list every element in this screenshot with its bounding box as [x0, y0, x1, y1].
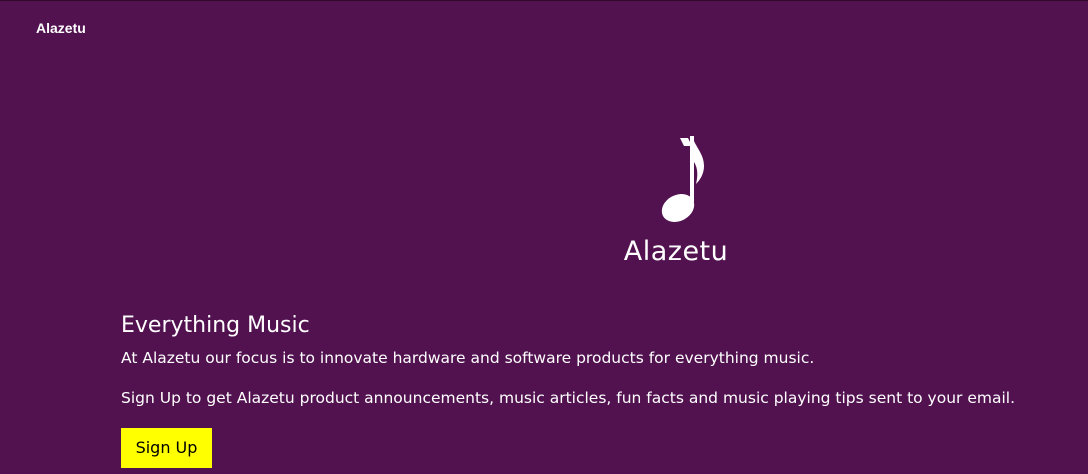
page-title: Everything Music	[121, 313, 310, 338]
logo-wordmark: Alazetu	[623, 236, 729, 267]
hero-logo: Alazetu	[618, 136, 734, 272]
sign-up-button[interactable]: Sign Up	[121, 428, 212, 468]
intro-paragraph: At Alazetu our focus is to innovate hard…	[121, 349, 815, 367]
music-note-icon	[661, 136, 704, 222]
intro-section: Everything Music At Alazetu our focus is…	[121, 312, 1061, 408]
brand-link[interactable]: Alazetu	[36, 19, 86, 37]
signup-paragraph: Sign Up to get Alazetu product announcem…	[121, 389, 1016, 407]
top-border	[0, 0, 1088, 1]
